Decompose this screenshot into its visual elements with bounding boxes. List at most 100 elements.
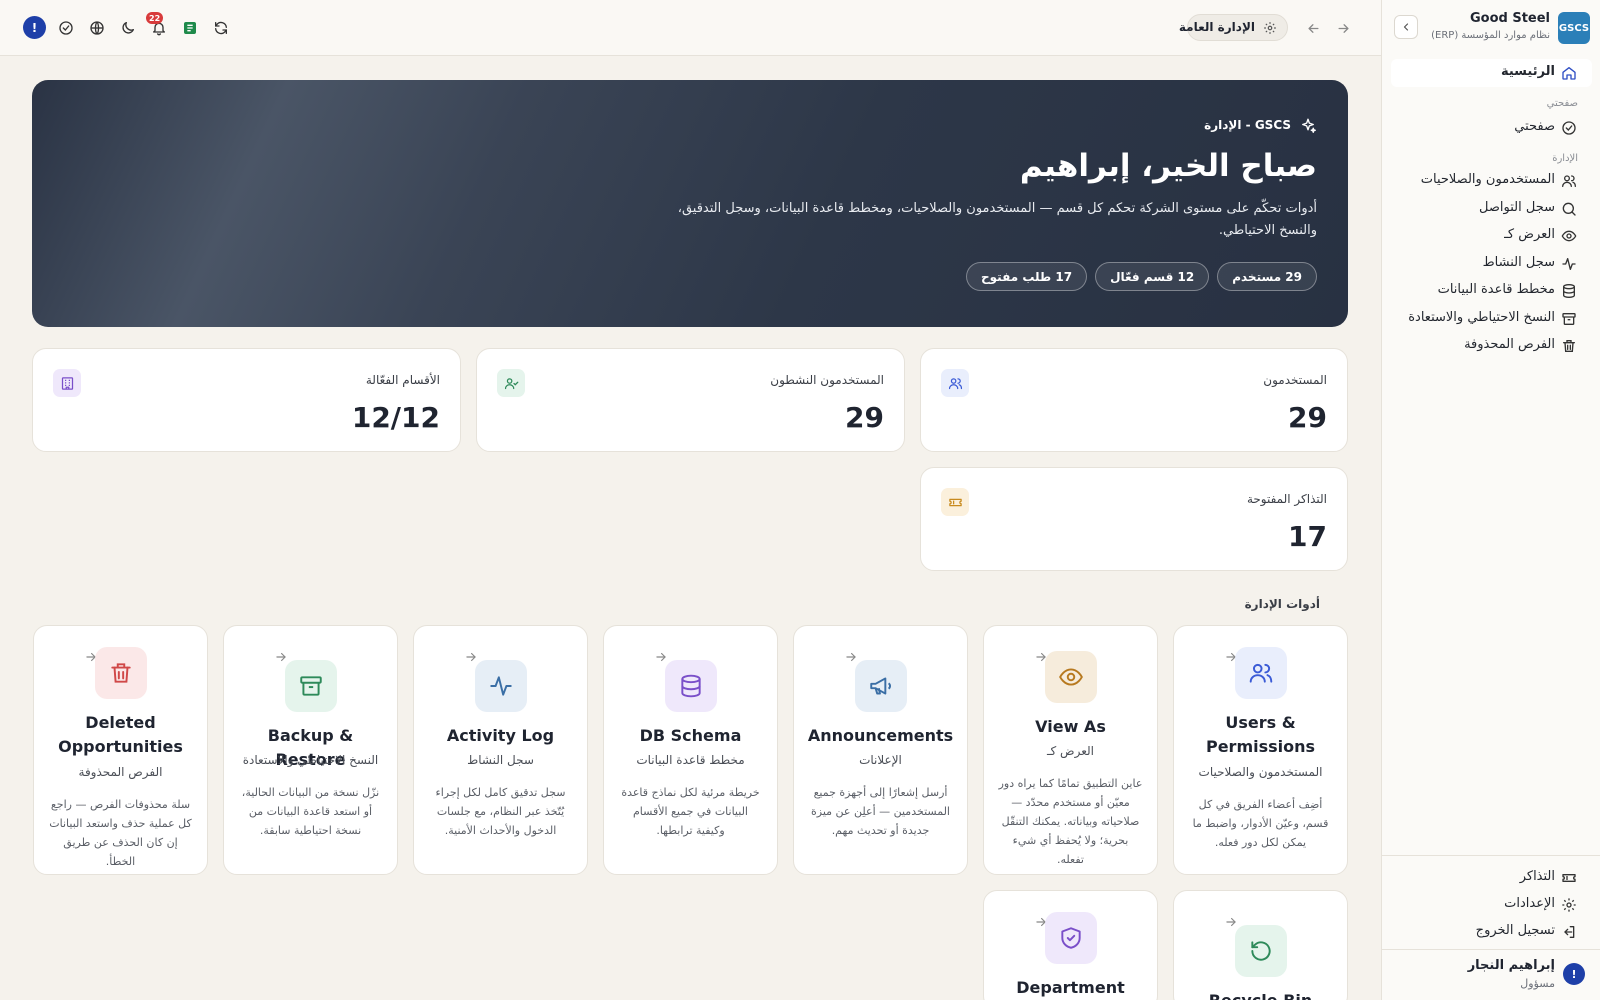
ticket-icon — [1562, 874, 1576, 882]
nav-activity-log-label: سجل النشاط — [1482, 255, 1555, 270]
collapse-sidebar-button[interactable] — [1394, 15, 1418, 39]
breadcrumb-label: الإدارة العامة — [1178, 20, 1255, 34]
topbar-avatar[interactable]: ! — [23, 16, 46, 39]
language-button[interactable] — [86, 17, 108, 39]
hero-tag: GSCS - الإدارة — [1177, 116, 1317, 136]
tool-card-db-schema[interactable]: DB Schema مخطط قاعدة البيانات خريطة مرئي… — [603, 625, 778, 875]
tool-card-department[interactable]: Department — [983, 890, 1158, 1000]
brand-logo: GSCS — [1558, 12, 1590, 44]
nav-mypage[interactable]: صفحتي — [1381, 115, 1600, 141]
archive-icon — [285, 660, 337, 712]
eye-icon — [1561, 230, 1577, 242]
tool-arabic-name: المستخدمون والصلاحيات — [1198, 765, 1323, 779]
tool-arabic-name: الإعلانات — [859, 753, 902, 767]
breadcrumb[interactable]: الإدارة العامة — [1179, 14, 1288, 41]
tool-description: سلة محذوفات الفرص — راجع كل عملية حذف وا… — [49, 798, 192, 868]
stat-value: 12/12 — [351, 401, 440, 434]
tool-card-users-permissions[interactable]: Users & Permissions المستخدمون والصلاحيا… — [1173, 625, 1348, 875]
nav-deleted-opportunities-label: الفرص المحذوفة — [1464, 337, 1555, 352]
tool-name: Activity Log — [446, 726, 555, 745]
sidebar: GSCS Good Steel نظام موارد المؤسسة (ERP)… — [1381, 0, 1600, 1000]
theme-toggle-button[interactable] — [117, 17, 139, 39]
users-icon — [941, 369, 969, 397]
forward-button[interactable] — [1332, 17, 1354, 39]
tool-name: DB Schema — [639, 726, 742, 745]
user-name: إبراهيم النجار — [1467, 958, 1555, 973]
arrow-right-icon — [1226, 917, 1236, 927]
stat-card-open-tickets[interactable]: التذاكر المفتوحة 17 — [920, 467, 1348, 571]
nav-db-schema[interactable]: مخطط قاعدة البيانات — [1381, 278, 1600, 304]
nav-view-as[interactable]: العرض كـ — [1381, 223, 1600, 249]
nav-backup-restore-label: النسخ الاحتياطي والاستعادة — [1408, 310, 1555, 325]
arrow-right-icon — [1338, 23, 1348, 33]
stat-card-users[interactable]: المستخدمون 29 — [920, 348, 1348, 452]
nav-logout[interactable]: تسجيل الخروج — [1381, 919, 1600, 945]
nav-home[interactable]: الرئيسية — [1391, 59, 1592, 87]
arrow-right-icon — [466, 652, 476, 662]
tool-name: View As — [1035, 717, 1106, 736]
nav-tickets[interactable]: التذاكر — [1381, 865, 1600, 891]
ticket-icon — [941, 488, 969, 516]
logout-icon — [1564, 926, 1575, 938]
app-switcher-button[interactable] — [179, 17, 201, 39]
stat-label: المستخدمون النشطون — [770, 373, 884, 387]
nav-communication-log[interactable]: سجل التواصل — [1381, 196, 1600, 222]
stat-value: 17 — [1288, 520, 1327, 553]
pill-departments: 12 قسم فعّال — [1095, 262, 1210, 291]
user-avatar[interactable]: ! — [1563, 963, 1585, 985]
eye-icon — [1045, 651, 1097, 703]
stat-card-active-users[interactable]: المستخدمون النشطون 29 — [476, 348, 905, 452]
tool-name: Announcements — [807, 726, 954, 745]
nav-deleted-opportunities[interactable]: الفرص المحذوفة — [1381, 333, 1600, 359]
tool-description: أرسل إشعارًا إلى أجهزة جميع المستخدمين —… — [811, 786, 950, 837]
tool-arabic-name: سجل النشاط — [467, 753, 534, 767]
database-icon — [1563, 284, 1575, 299]
nav-view-as-label: العرض كـ — [1504, 227, 1555, 242]
arrow-left-icon — [1308, 23, 1318, 33]
nav-db-schema-label: مخطط قاعدة البيانات — [1437, 282, 1555, 297]
gear-icon — [1562, 898, 1576, 912]
tool-card-recycle-bin[interactable]: Recycle Bin — [1173, 890, 1348, 1000]
stat-card-departments[interactable]: الأقسام الفعّالة 12/12 — [32, 348, 461, 452]
stat-value: 29 — [845, 401, 884, 434]
brand-subtitle: نظام موارد المؤسسة (ERP) — [1431, 30, 1550, 41]
moon-icon — [122, 22, 134, 34]
refresh-button[interactable] — [210, 17, 232, 39]
spreadsheet-icon — [184, 22, 196, 34]
arrow-right-icon — [276, 652, 286, 662]
stat-value: 29 — [1288, 401, 1327, 434]
chevron-left-icon — [1403, 23, 1409, 31]
tool-name: Department — [1016, 978, 1125, 997]
nav-settings-label: الإعدادات — [1504, 896, 1555, 911]
nav-home-label: الرئيسية — [1500, 64, 1555, 79]
topbar: ! 22 الإدارة العامة — [0, 0, 1381, 56]
megaphone-icon — [855, 660, 907, 712]
tool-card-backup-restore[interactable]: Backup & Restore النسخ الاحتياطي والاستع… — [223, 625, 398, 875]
arrow-right-icon — [656, 652, 666, 662]
tasks-button[interactable] — [55, 17, 77, 39]
check-circle-icon — [59, 21, 73, 35]
nav-home-row: الرئيسية — [1381, 60, 1600, 86]
stat-label: المستخدمون — [1263, 373, 1327, 387]
hero-banner: GSCS - الإدارة صباح الخير، إبراهيم أدوات… — [32, 80, 1348, 327]
tool-card-activity-log[interactable]: Activity Log سجل النشاط سجل تدقيق كامل ل… — [413, 625, 588, 875]
tool-card-view-as[interactable]: View As العرض كـ عاين التطبيق تمامًا كما… — [983, 625, 1158, 875]
gear-icon — [1264, 22, 1276, 34]
tool-description: خريطة مرئية لكل نماذج قاعدة البيانات في … — [621, 786, 760, 837]
brand: GSCS Good Steel نظام موارد المؤسسة (ERP) — [1390, 10, 1590, 46]
tool-card-deleted-opportunities[interactable]: Deleted Opportunities الفرص المحذوفة سلة… — [33, 625, 208, 875]
nav-activity-log[interactable]: سجل النشاط — [1381, 251, 1600, 277]
tool-arabic-name: الفرص المحذوفة — [78, 765, 163, 779]
nav-users-permissions[interactable]: المستخدمون والصلاحيات — [1381, 168, 1600, 194]
tool-description: سجل تدقيق كامل لكل إجراء يُتّخذ عبر النظ… — [435, 786, 566, 837]
nav-backup-restore[interactable]: النسخ الاحتياطي والاستعادة — [1381, 306, 1600, 332]
nav-tickets-label: التذاكر — [1519, 869, 1555, 884]
nav-settings[interactable]: الإعدادات — [1381, 892, 1600, 918]
database-icon — [665, 660, 717, 712]
hero-description: أدوات تحكّم على مستوى الشركة تحكم كل قسم… — [677, 201, 1317, 238]
hero-tag-label: GSCS - الإدارة — [1204, 118, 1291, 132]
tool-card-announcements[interactable]: Announcements الإعلانات أرسل إشعارًا إلى… — [793, 625, 968, 875]
pill-open-requests: 17 طلب مفتوح — [966, 262, 1088, 291]
back-button[interactable] — [1302, 17, 1324, 39]
section-mypage: صفحتي — [1546, 98, 1578, 109]
